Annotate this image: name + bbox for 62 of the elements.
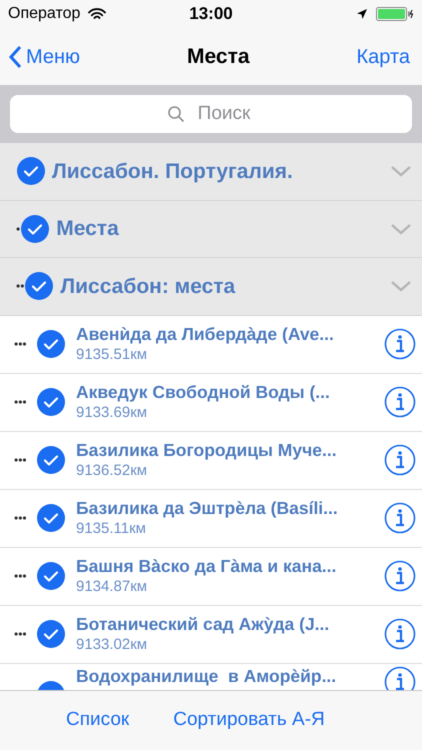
checkmark-icon[interactable] bbox=[20, 214, 50, 244]
info-icon[interactable] bbox=[384, 328, 416, 360]
place-name: Ботанический сад Ажỳда (J... bbox=[76, 614, 330, 636]
place-name: Базилика Богородицы Муче... bbox=[76, 440, 338, 462]
group-row[interactable]: •• Лиссабон: места bbox=[0, 258, 422, 316]
place-distance: 9136.52км bbox=[76, 462, 148, 480]
info-icon[interactable] bbox=[384, 560, 416, 592]
info-icon[interactable] bbox=[384, 666, 416, 690]
map-button[interactable]: Карта bbox=[356, 42, 414, 72]
place-name: Акведук Свободной Воды (... bbox=[76, 382, 331, 404]
indent-dots: ••• bbox=[14, 570, 28, 582]
place-row[interactable]: Водохранилище в Аморѐйр... bbox=[0, 664, 422, 690]
toolbar-button[interactable]: Сортировать А-Я bbox=[173, 706, 325, 735]
wifi-icon bbox=[88, 8, 106, 20]
indent-dots: ••• bbox=[14, 396, 28, 408]
checkmark-icon[interactable] bbox=[36, 387, 66, 417]
status-time: 13:00 bbox=[189, 3, 233, 26]
group-title: Лиссабон: места bbox=[60, 274, 236, 300]
location-arrow-icon bbox=[356, 8, 368, 20]
place-distance: 9133.69км bbox=[76, 404, 148, 422]
place-row[interactable]: ••• Базилика да Эштрѐла (Basíli... 9135.11км bbox=[0, 490, 422, 548]
search-icon bbox=[167, 105, 185, 123]
checkmark-icon[interactable] bbox=[36, 445, 66, 475]
indent-dots: • bbox=[16, 222, 20, 235]
indent-dots: •• bbox=[16, 280, 24, 292]
place-row[interactable]: ••• Ботанический сад Ажỳда (J... 9133.02км bbox=[0, 606, 422, 664]
info-icon[interactable] bbox=[384, 444, 416, 476]
place-distance: 9135.51км bbox=[76, 346, 148, 364]
place-row[interactable]: ••• Базилика Богородицы Муче... 9136.52км bbox=[0, 432, 422, 490]
group-title: Места bbox=[56, 216, 120, 242]
info-icon[interactable] bbox=[384, 386, 416, 418]
place-name: Башня Вàско да Гàма и кана... bbox=[76, 556, 338, 578]
checkmark-icon[interactable] bbox=[36, 561, 66, 591]
info-icon[interactable] bbox=[384, 618, 416, 650]
carrier-name: Оператор bbox=[8, 4, 80, 24]
indent-dots: ••• bbox=[14, 512, 28, 524]
chevron-left-icon bbox=[8, 44, 22, 68]
battery-icon bbox=[376, 7, 414, 21]
place-name: Базилика да Эштрѐла (Basíli... bbox=[76, 498, 339, 520]
indent-dots: ••• bbox=[14, 454, 28, 466]
search-field[interactable]: Поиск bbox=[10, 95, 412, 133]
place-row[interactable]: ••• Авенѝда да Либердàде (Ave... 9135.51км bbox=[0, 316, 422, 374]
checkmark-icon[interactable] bbox=[36, 329, 66, 359]
place-distance: 9134.87км bbox=[76, 578, 148, 596]
place-name: Авенѝда да Либердàде (Ave... bbox=[76, 324, 335, 346]
screen-title: Места bbox=[187, 44, 250, 70]
checkmark-icon[interactable] bbox=[16, 156, 46, 186]
place-row[interactable]: ••• Акведук Свободной Воды (... 9133.69км bbox=[0, 374, 422, 432]
indent-dots: ••• bbox=[14, 338, 28, 350]
place-row[interactable]: ••• Башня Вàско да Гàма и кана... 9134.87км bbox=[0, 548, 422, 606]
place-distance: 9135.11км bbox=[76, 520, 147, 538]
place-distance: 9133.02км bbox=[76, 636, 148, 654]
checkmark-icon[interactable] bbox=[36, 619, 66, 649]
group-row[interactable]: • Места bbox=[0, 200, 422, 258]
indent-dots: ••• bbox=[14, 628, 28, 640]
place-name: Водохранилище в Аморѐйр... bbox=[76, 666, 338, 688]
back-button[interactable]: Меню bbox=[8, 42, 80, 72]
group-title: Лиссабон. Португалия. bbox=[52, 158, 294, 184]
checkmark-icon[interactable] bbox=[36, 503, 66, 533]
info-icon[interactable] bbox=[384, 502, 416, 534]
checkmark-icon[interactable] bbox=[24, 271, 54, 302]
toolbar-button[interactable]: Список bbox=[66, 706, 130, 735]
